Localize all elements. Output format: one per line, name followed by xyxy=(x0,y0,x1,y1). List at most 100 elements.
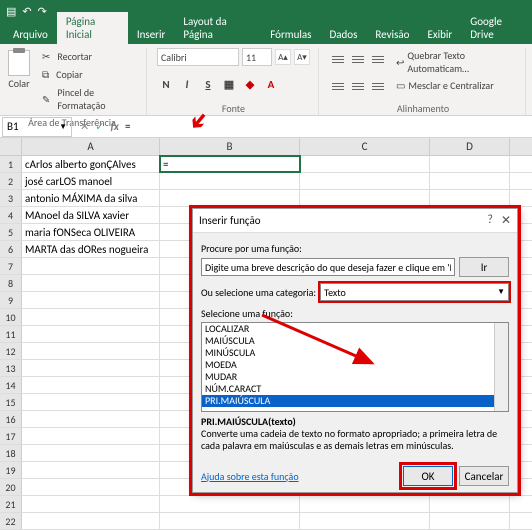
enter-formula-icon[interactable]: ✓ xyxy=(95,120,104,133)
row-header[interactable]: 17 xyxy=(0,428,22,444)
cell[interactable] xyxy=(430,173,510,189)
cell[interactable] xyxy=(22,479,160,495)
row-header[interactable]: 3 xyxy=(0,190,22,206)
cell[interactable]: = xyxy=(160,156,300,172)
row-header[interactable]: 12 xyxy=(0,343,22,359)
format-painter-button[interactable]: ✎Pincel de Formatação xyxy=(38,84,138,114)
help-icon[interactable]: ? xyxy=(487,213,493,228)
name-box[interactable]: B1▼ xyxy=(2,117,72,137)
bold-button[interactable]: N xyxy=(157,75,175,93)
row-header[interactable]: 13 xyxy=(0,360,22,376)
cell[interactable] xyxy=(22,513,160,529)
cell[interactable] xyxy=(22,428,160,444)
cell[interactable] xyxy=(22,275,160,291)
underline-button[interactable]: S xyxy=(199,75,217,93)
go-button[interactable]: Ir xyxy=(459,257,509,277)
insert-function-button[interactable]: fx xyxy=(110,120,119,133)
cell[interactable] xyxy=(22,326,160,342)
category-select[interactable]: Texto▼ xyxy=(320,283,509,301)
cell[interactable] xyxy=(300,156,430,172)
cell[interactable]: MARTA das dORes nogueira xyxy=(22,241,160,257)
row-header[interactable]: 18 xyxy=(0,445,22,461)
formula-input[interactable]: = xyxy=(125,120,130,133)
list-item[interactable]: PRI.MAIÚSCULA xyxy=(202,395,508,407)
align-right-button[interactable] xyxy=(369,75,387,91)
align-top-button[interactable] xyxy=(329,48,347,64)
cell[interactable]: MAnoel da SILVA xavier xyxy=(22,207,160,223)
row-header[interactable]: 15 xyxy=(0,394,22,410)
cell[interactable] xyxy=(22,411,160,427)
cell[interactable]: cArlos alberto gonÇAlves xyxy=(22,156,160,172)
cell[interactable] xyxy=(22,258,160,274)
cell[interactable] xyxy=(22,309,160,325)
list-item[interactable]: MINÚSCULA xyxy=(202,347,508,359)
cell[interactable] xyxy=(430,190,510,206)
cell[interactable] xyxy=(160,496,300,512)
italic-button[interactable]: I xyxy=(178,75,196,93)
col-header-a[interactable]: A xyxy=(22,138,160,155)
list-item[interactable]: MOEDA xyxy=(202,359,508,371)
font-size-select[interactable]: 11 xyxy=(242,48,272,66)
cell[interactable] xyxy=(300,173,430,189)
undo-icon[interactable]: ↶ xyxy=(22,5,31,18)
tab-exibir[interactable]: Exibir xyxy=(418,25,461,44)
cell[interactable] xyxy=(430,156,510,172)
fill-color-button[interactable]: ◆ xyxy=(241,75,259,93)
row-header[interactable]: 10 xyxy=(0,309,22,325)
cell[interactable] xyxy=(22,360,160,376)
increase-font-icon[interactable]: A▴ xyxy=(275,49,291,65)
select-all-corner[interactable] xyxy=(0,138,22,155)
row-header[interactable]: 20 xyxy=(0,479,22,495)
row-header[interactable]: 7 xyxy=(0,258,22,274)
cell[interactable] xyxy=(160,513,300,529)
border-button[interactable]: ▦ xyxy=(220,75,238,93)
cell[interactable] xyxy=(160,173,300,189)
save-icon[interactable]: ▤ xyxy=(6,5,16,18)
align-bottom-button[interactable] xyxy=(369,48,387,64)
tab-gdrive[interactable]: Google Drive xyxy=(461,12,532,44)
scrollbar[interactable] xyxy=(494,323,508,411)
row-header[interactable]: 8 xyxy=(0,275,22,291)
tab-revisao[interactable]: Revisão xyxy=(366,25,418,44)
col-header-d[interactable]: D xyxy=(430,138,510,155)
col-header-c[interactable]: C xyxy=(300,138,430,155)
cell[interactable]: maria fONSeca OLIVEIRA xyxy=(22,224,160,240)
tab-inicial[interactable]: Página Inicial xyxy=(57,12,128,44)
row-header[interactable]: 5 xyxy=(0,224,22,240)
redo-icon[interactable]: ↷ xyxy=(38,5,47,18)
row-header[interactable]: 9 xyxy=(0,292,22,308)
help-link[interactable]: Ajuda sobre esta função xyxy=(201,470,299,483)
row-header[interactable]: 2 xyxy=(0,173,22,189)
font-name-select[interactable]: Calibri xyxy=(157,48,239,66)
align-left-button[interactable] xyxy=(329,75,347,91)
ok-button[interactable]: OK xyxy=(403,466,453,486)
align-middle-button[interactable] xyxy=(349,48,367,64)
cancel-formula-icon[interactable]: ✕ xyxy=(80,120,89,133)
row-header[interactable]: 14 xyxy=(0,377,22,393)
tab-dados[interactable]: Dados xyxy=(320,25,366,44)
cell[interactable] xyxy=(22,377,160,393)
cell[interactable] xyxy=(300,513,430,529)
copy-button[interactable]: ⧉Copiar xyxy=(38,66,138,83)
cell[interactable] xyxy=(430,513,510,529)
row-header[interactable]: 21 xyxy=(0,496,22,512)
row-header[interactable]: 16 xyxy=(0,411,22,427)
cell[interactable] xyxy=(22,343,160,359)
row-header[interactable]: 11 xyxy=(0,326,22,342)
tab-inserir[interactable]: Inserir xyxy=(128,25,175,44)
row-header[interactable]: 1 xyxy=(0,156,22,172)
tab-layout[interactable]: Layout da Página xyxy=(174,12,261,44)
align-center-button[interactable] xyxy=(349,75,367,91)
cell[interactable] xyxy=(22,394,160,410)
wrap-text-button[interactable]: ↩Quebrar Texto Automaticam… xyxy=(393,48,517,76)
row-header[interactable]: 22 xyxy=(0,513,22,529)
cut-button[interactable]: ✂Recortar xyxy=(38,48,138,65)
cancel-button[interactable]: Cancelar xyxy=(459,466,509,486)
cell[interactable] xyxy=(160,190,300,206)
row-header[interactable]: 19 xyxy=(0,462,22,478)
decrease-font-icon[interactable]: A▾ xyxy=(294,49,310,65)
tab-formulas[interactable]: Fórmulas xyxy=(261,25,320,44)
cell[interactable]: antonio MÁXIMA da silva xyxy=(22,190,160,206)
cell[interactable] xyxy=(22,292,160,308)
tab-arquivo[interactable]: Arquivo xyxy=(4,25,57,44)
